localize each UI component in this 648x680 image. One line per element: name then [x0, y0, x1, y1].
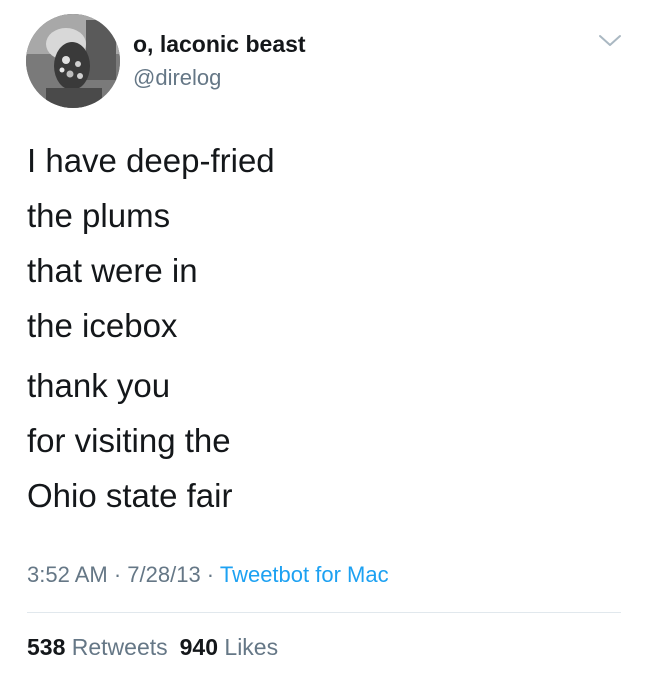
likes-count: 940 [179, 634, 219, 660]
tweet-stats: 538 Retweets 940 Likes [27, 634, 278, 661]
meta-separator: · [200, 562, 220, 587]
meta-separator: · [107, 562, 128, 587]
tweet-line: Ohio state fair [27, 477, 233, 514]
tweet-line: the plums [27, 197, 171, 234]
tweet-line: thank you [27, 367, 171, 404]
tweet-line: for visiting the [27, 422, 231, 459]
tweet-meta: 3:52 AM · 7/28/13 · Tweetbot for Mac [27, 562, 389, 588]
retweets-label: Retweets [71, 634, 168, 660]
divider [27, 612, 621, 613]
tweet-source-link[interactable]: Tweetbot for Mac [220, 562, 389, 587]
likes-stat[interactable]: 940 Likes [180, 634, 278, 660]
tweet-paragraph: thank you for visiting the Ohio state fa… [27, 358, 607, 523]
chevron-down-icon[interactable] [596, 31, 624, 51]
tweet-date[interactable]: 7/28/13 [127, 562, 200, 587]
display-name[interactable]: o, laconic beast [133, 31, 306, 58]
tweet-line: the icebox [27, 307, 178, 344]
tweet-text: I have deep-fried the plums that were in… [27, 133, 607, 523]
username-handle[interactable]: @direlog [133, 65, 221, 91]
likes-label: Likes [224, 634, 279, 660]
tweet-time[interactable]: 3:52 AM [27, 562, 108, 587]
retweets-stat[interactable]: 538 Retweets [27, 634, 168, 660]
avatar[interactable] [26, 14, 120, 108]
avatar-image [26, 14, 120, 108]
tweet-line: that were in [27, 252, 198, 289]
retweets-count: 538 [27, 634, 66, 660]
tweet-paragraph: I have deep-fried the plums that were in… [27, 133, 607, 353]
tweet-line: I have deep-fried [27, 142, 275, 179]
